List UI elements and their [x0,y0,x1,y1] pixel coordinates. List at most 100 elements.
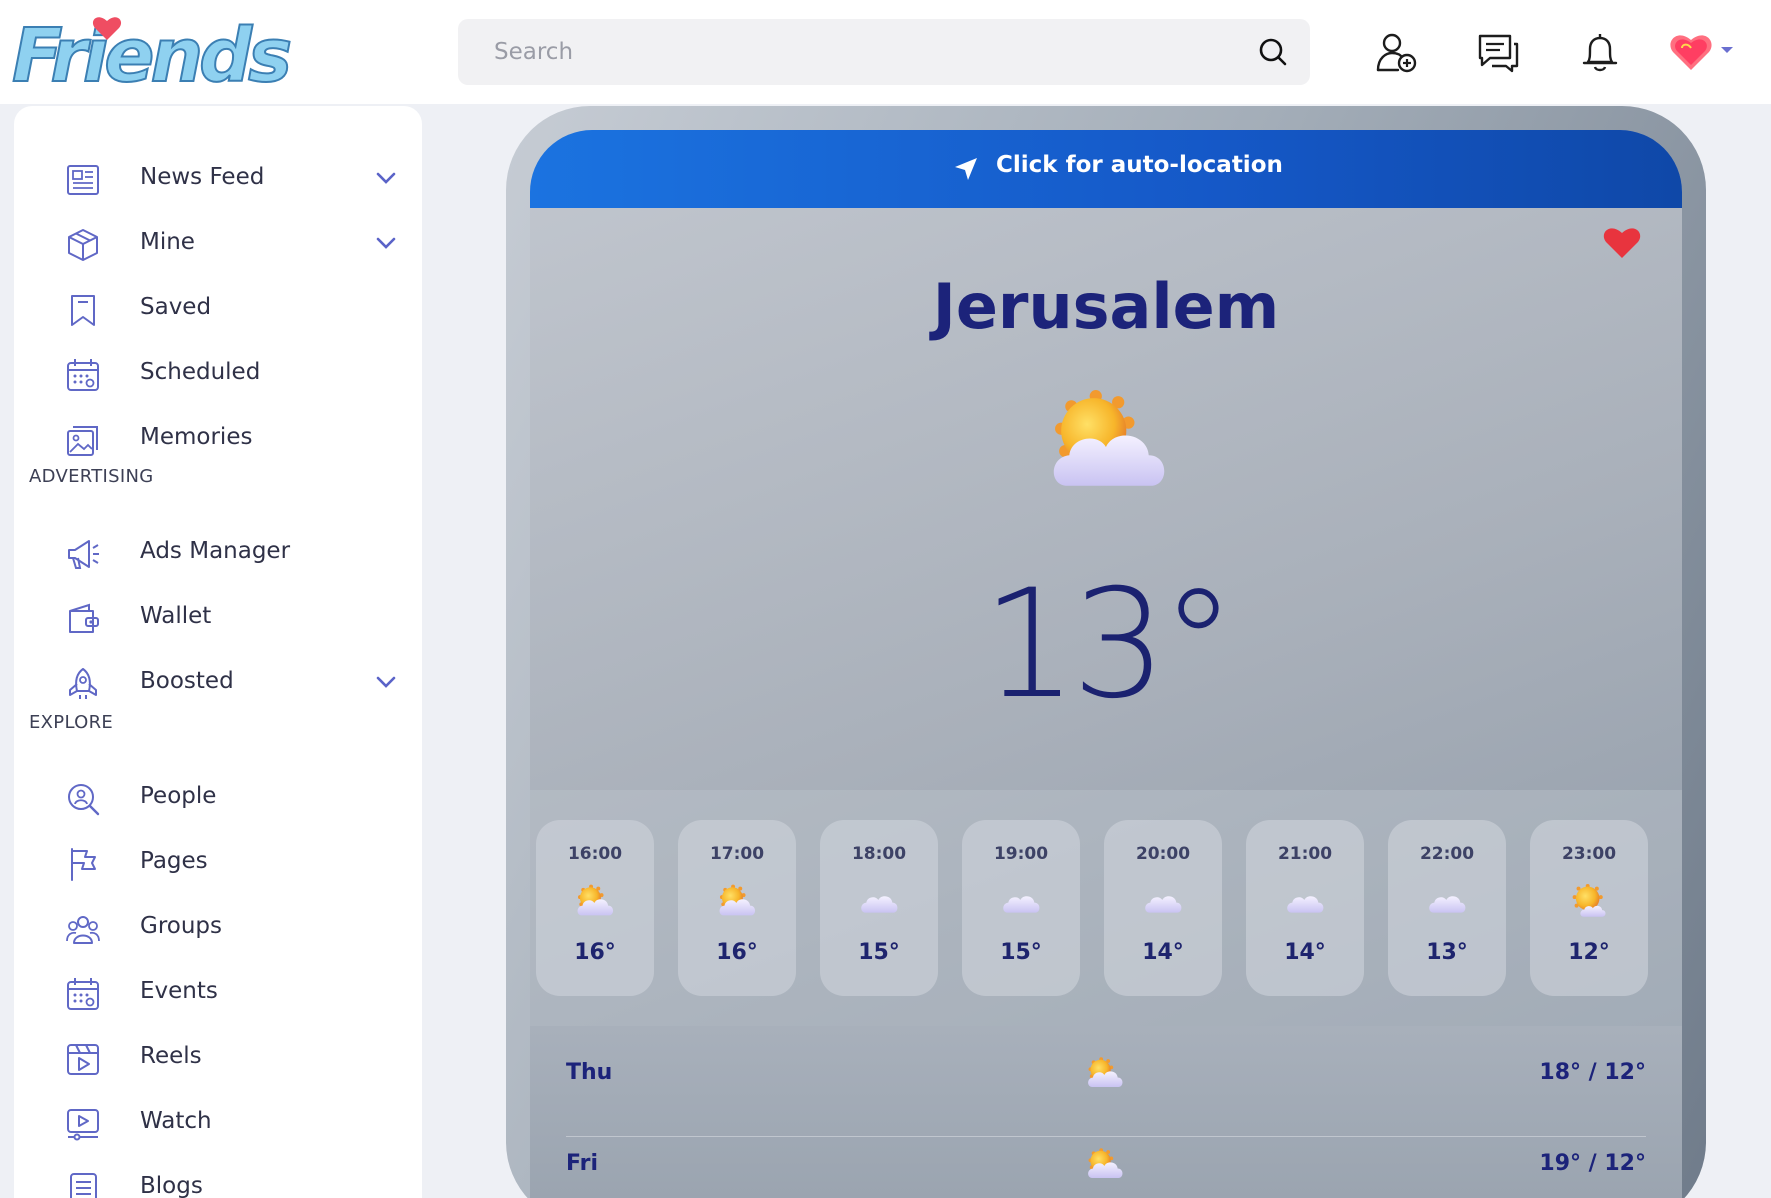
reels-icon [67,1044,99,1075]
box-icon [68,229,98,261]
auto-location-label: Click for auto-location [996,152,1283,178]
sidebar-item-ads-manager[interactable]: Ads Manager [50,526,400,580]
video-icon [67,1109,99,1141]
logo-heart-icon [92,17,122,40]
sidebar-item-label: Pages [140,848,208,874]
cloud-icon [1001,884,1041,920]
bookmark-icon [71,295,95,326]
friends-logo[interactable]: Friends [11,13,293,99]
section-title-advertising: ADVERTISING [29,466,154,487]
search-bar [458,19,1310,85]
location-arrow-icon [955,158,977,180]
calendar-icon [67,978,99,1010]
hourly-temp: 13° [1426,940,1468,965]
hourly-time: 17:00 [709,844,765,864]
hourly-item: 23:00 12° [1530,820,1648,996]
sun-cloud-icon [1569,884,1609,920]
messages-icon[interactable] [1476,30,1520,74]
avatar[interactable] [1668,28,1714,74]
partly-cloudy-icon [717,884,757,920]
sidebar-item-reels[interactable]: Reels [50,1031,400,1085]
sidebar-item-watch[interactable]: Watch [50,1096,400,1150]
partly-cloudy-icon [575,884,615,920]
chevron-down-icon[interactable] [376,171,396,185]
sidebar-item-groups[interactable]: Groups [50,901,400,955]
daily-forecast: Thu 18° / 12° Fri 19° / 12° [530,1026,1682,1198]
sidebar-item-label: Wallet [140,603,212,629]
daily-temp-range: 18° / 12° [1539,1060,1646,1085]
rocket-icon [69,668,97,699]
weather-widget: Click for auto-location Jerusalem 13° 16… [506,106,1706,1198]
chevron-down-icon[interactable] [1720,45,1734,55]
sidebar-item-label: Groups [140,913,223,939]
notifications-bell-icon[interactable] [1578,30,1622,74]
section-title-explore: EXPLORE [29,712,114,733]
sidebar-item-label: Mine [140,229,195,255]
sidebar-item-events[interactable]: Events [50,966,400,1020]
sidebar-item-label: News Feed [140,164,265,190]
sidebar: News Feed Mine Saved Scheduled Memories … [14,106,422,1198]
hourly-temp: 16° [574,940,616,965]
hourly-forecast: 16:00 16° 17:00 16° 18:00 15° 19:00 15° … [530,790,1682,1026]
search-input[interactable] [458,19,1238,85]
hourly-temp: 12° [1568,940,1610,965]
current-temperature: 13° [982,558,1236,732]
groups-icon [66,916,100,944]
hourly-time: 20:00 [1135,844,1191,864]
hourly-time: 19:00 [993,844,1049,864]
megaphone-icon [68,540,99,569]
newspaper-icon [67,165,99,195]
hourly-temp: 15° [1000,940,1042,965]
sidebar-item-label: Boosted [140,668,234,694]
sidebar-item-label: Saved [140,294,212,320]
cloud-icon [1285,884,1325,920]
hourly-item: 17:00 16° [678,820,796,996]
wallet-icon [69,603,99,633]
add-friend-icon[interactable] [1374,30,1418,74]
sidebar-item-scheduled[interactable]: Scheduled [50,347,400,401]
document-icon [70,1173,97,1198]
chevron-down-icon[interactable] [376,675,396,689]
people-search-icon [68,784,100,816]
sidebar-item-news-feed[interactable]: News Feed [50,152,400,206]
sidebar-item-label: Watch [140,1108,212,1134]
daily-day: Fri [566,1151,599,1176]
hourly-temp: 15° [858,940,900,965]
sidebar-item-label: Memories [140,424,253,450]
sidebar-item-blogs[interactable]: Blogs [50,1161,400,1198]
sidebar-item-boosted[interactable]: Boosted [50,656,400,710]
sidebar-item-label: People [140,783,217,809]
city-name: Jerusalem [932,270,1280,343]
sidebar-item-label: Events [140,978,218,1004]
sidebar-item-mine[interactable]: Mine [50,217,400,271]
sidebar-item-label: Reels [140,1043,202,1069]
sidebar-item-saved[interactable]: Saved [50,282,400,336]
sidebar-item-memories[interactable]: Memories [50,412,400,466]
daily-temp-range: 19° / 12° [1539,1151,1646,1176]
hourly-item: 21:00 14° [1246,820,1364,996]
auto-location-button[interactable]: Click for auto-location [530,130,1682,208]
hourly-item: 16:00 16° [536,820,654,996]
hourly-time: 21:00 [1277,844,1333,864]
cloud-icon [859,884,899,920]
sidebar-item-pages[interactable]: Pages [50,836,400,890]
sidebar-item-wallet[interactable]: Wallet [50,591,400,645]
chevron-down-icon[interactable] [376,236,396,250]
logo-text: Friends [11,13,293,99]
photos-icon [67,426,98,456]
hourly-item: 22:00 13° [1388,820,1506,996]
sidebar-item-people[interactable]: People [50,771,400,825]
hourly-temp: 16° [716,940,758,965]
top-header: Friends [0,0,1771,104]
search-icon[interactable] [1258,37,1288,67]
sidebar-item-label: Blogs [140,1173,203,1198]
flag-icon [71,848,96,881]
daily-day: Thu [566,1060,613,1085]
sidebar-item-label: Scheduled [140,359,261,385]
sidebar-item-label: Ads Manager [140,538,291,564]
hourly-temp: 14° [1284,940,1326,965]
favorite-heart-icon[interactable] [1602,224,1642,260]
hourly-time: 16:00 [567,844,623,864]
cloud-icon [1427,884,1467,920]
hourly-item: 18:00 15° [820,820,938,996]
